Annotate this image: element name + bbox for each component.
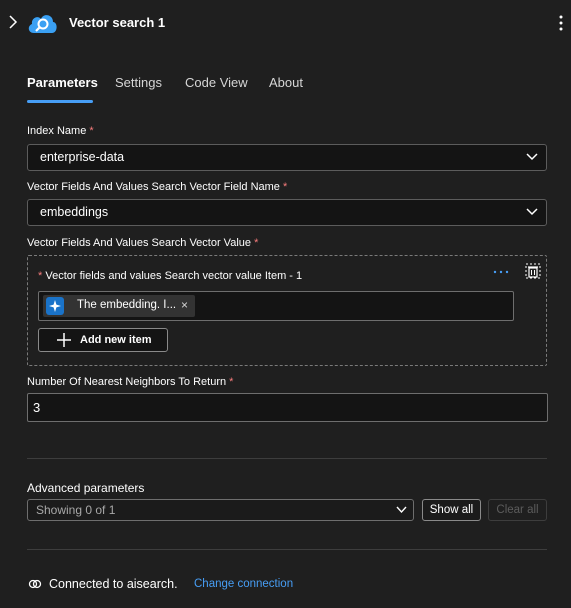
nearest-neighbors-input[interactable]: 3 [27, 393, 548, 422]
show-all-button[interactable]: Show all [422, 499, 481, 521]
add-new-item-label: Add new item [80, 334, 152, 346]
array-item-label: * Vector fields and values Search vector… [38, 270, 303, 282]
required-mark: * [283, 181, 288, 193]
close-icon[interactable]: × [181, 298, 188, 312]
chevron-right-icon[interactable] [6, 14, 20, 30]
required-mark: * [229, 376, 234, 388]
tab-about[interactable]: About [269, 75, 303, 90]
more-horizontal-icon[interactable] [492, 267, 510, 277]
vector-field-name-label: Vector Fields And Values Search Vector F… [27, 181, 288, 193]
token-label: The embedding. I... [77, 299, 177, 311]
chevron-down-icon [526, 208, 538, 216]
vector-field-name-value: embeddings [40, 205, 109, 219]
connection-status: Connected to aisearch. [49, 577, 178, 591]
change-connection-link[interactable]: Change connection [194, 578, 293, 590]
chevron-down-icon [396, 506, 407, 514]
sparkle-icon [46, 297, 64, 315]
vector-field-name-select[interactable]: embeddings [27, 199, 547, 226]
divider [27, 458, 547, 459]
tab-bar: Parameters Settings Code View About [27, 75, 327, 105]
add-new-item-button[interactable]: Add new item [38, 328, 168, 352]
advanced-parameters-select[interactable]: Showing 0 of 1 [27, 499, 414, 521]
index-name-label: Index Name * [27, 125, 94, 137]
link-icon [28, 579, 42, 589]
active-tab-indicator [27, 100, 93, 103]
azure-ai-search-icon [28, 15, 57, 33]
clear-all-button[interactable]: Clear all [488, 499, 547, 521]
tab-settings[interactable]: Settings [115, 75, 162, 90]
nearest-neighbors-label: Number Of Nearest Neighbors To Return * [27, 376, 234, 388]
tab-parameters[interactable]: Parameters [27, 75, 98, 90]
plus-icon [57, 333, 71, 347]
index-name-value: enterprise-data [40, 150, 125, 164]
tab-code-view[interactable]: Code View [185, 75, 248, 90]
header: Vector search 1 [0, 0, 571, 46]
divider [27, 549, 547, 550]
chevron-down-icon [526, 153, 538, 161]
vector-value-label: Vector Fields And Values Search Vector V… [27, 237, 259, 249]
required-mark: * [254, 237, 259, 249]
delete-icon[interactable] [524, 262, 542, 280]
vector-value-array: * Vector fields and values Search vector… [27, 255, 547, 366]
more-vertical-icon[interactable] [557, 14, 565, 32]
required-mark: * [89, 125, 94, 137]
index-name-select[interactable]: enterprise-data [27, 144, 547, 171]
vector-value-input[interactable]: The embedding. I... × [38, 291, 514, 321]
page-title: Vector search 1 [69, 15, 166, 30]
advanced-parameters-label: Advanced parameters [27, 481, 145, 495]
expression-token[interactable]: The embedding. I... × [43, 295, 195, 317]
